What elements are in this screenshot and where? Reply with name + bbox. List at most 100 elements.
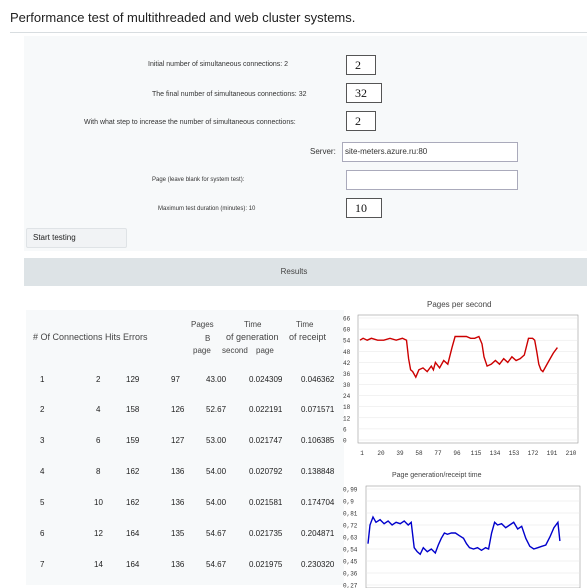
- generation-time-chart: 0,99 0,9 0,81 0,72 0,63 0,54 0,45 0,36 0,27: [343, 485, 581, 588]
- y-tick-label: 30: [343, 382, 351, 389]
- start-testing-button[interactable]: Start testing: [26, 228, 127, 248]
- errors-cell: 136: [171, 467, 185, 476]
- receipt-time-cell: 0.046362: [301, 375, 335, 384]
- pages-cell: 53.00: [206, 436, 227, 445]
- receipt-time-cell: 0.230320: [301, 560, 335, 569]
- y-tick-label: 0,27: [343, 583, 358, 588]
- page-label: Page (leave blank for system test):: [152, 177, 245, 183]
- page-input[interactable]: [346, 170, 518, 190]
- pages-cell: 54.67: [206, 529, 227, 538]
- errors-cell: 136: [171, 498, 185, 507]
- final-connections-label: The final number of simultaneous connect…: [152, 91, 307, 98]
- column-header-connections-hits-errors: # Of Connections Hits Errors: [33, 332, 148, 342]
- hits-cell: 159: [126, 436, 140, 445]
- x-axis-ticks: 1 20 39 58 77 96 115 134 153 172 191 210: [360, 450, 577, 457]
- final-connections-input[interactable]: 32: [346, 83, 382, 103]
- y-tick-label: 0,63: [343, 535, 358, 542]
- page-title: Performance test of multithreaded and we…: [10, 10, 356, 25]
- y-tick-label: 0,72: [343, 523, 358, 530]
- column-header-time-gen-3: second: [222, 346, 248, 355]
- step-input[interactable]: 2: [346, 111, 376, 131]
- y-tick-label: 0,54: [343, 547, 358, 554]
- y-tick-label: 6: [343, 426, 347, 433]
- row-number: 2: [40, 405, 45, 414]
- x-tick-label: 153: [509, 450, 520, 457]
- y-tick-label: 60: [343, 327, 351, 334]
- results-header: Results: [280, 267, 308, 276]
- errors-cell: 135: [171, 529, 185, 538]
- step-label: With what step to increase the number of…: [84, 119, 296, 126]
- column-header-time-gen-1: Time: [244, 320, 262, 329]
- receipt-time-cell: 0.106385: [301, 436, 335, 445]
- generation-time-cell: 0.021581: [249, 498, 283, 507]
- errors-cell: 127: [171, 436, 185, 445]
- y-tick-label: 54: [343, 338, 351, 345]
- y-tick-label: 12: [343, 415, 351, 422]
- x-tick-label: 115: [471, 450, 482, 457]
- receipt-time-cell: 0.138848: [301, 467, 335, 476]
- y-tick-label: 0,99: [343, 487, 358, 494]
- row-number: 6: [40, 529, 45, 538]
- pages-per-second-chart-title: Pages per second: [427, 300, 492, 309]
- y-tick-label: 36: [343, 371, 351, 378]
- generation-time-cell: 0.024309: [249, 375, 283, 384]
- x-tick-label: 20: [377, 450, 385, 457]
- hits-cell: 162: [126, 467, 140, 476]
- generation-time-cell: 0.021975: [249, 560, 283, 569]
- x-tick-label: 191: [547, 450, 558, 457]
- x-tick-label: 39: [396, 450, 404, 457]
- x-tick-label: 58: [415, 450, 423, 457]
- y-tick-label: 0,9: [343, 499, 354, 506]
- connections-cell: 12: [94, 529, 103, 538]
- receipt-time-cell: 0.071571: [301, 405, 335, 414]
- generation-time-cell: 0.021747: [249, 436, 283, 445]
- y-tick-label: 18: [343, 404, 351, 411]
- row-number: 7: [40, 560, 45, 569]
- row-number: 5: [40, 498, 45, 507]
- hits-cell: 164: [126, 560, 140, 569]
- y-tick-label: 66: [343, 316, 351, 323]
- connections-cell: 6: [96, 436, 101, 445]
- x-tick-label: 77: [434, 450, 442, 457]
- errors-cell: 136: [171, 560, 185, 569]
- pages-cell: 52.67: [206, 405, 227, 414]
- pages-cell: 43.00: [206, 375, 227, 384]
- column-header-time-rec-3: page: [256, 346, 274, 355]
- connections-cell: 2: [96, 375, 101, 384]
- initial-connections-input[interactable]: 2: [346, 55, 376, 75]
- connections-cell: 10: [94, 498, 103, 507]
- generation-time-cell: 0.022191: [249, 405, 283, 414]
- pages-per-second-chart: 6660544842363024181260 1 20 39 58 77 96 115 134…: [343, 314, 579, 457]
- column-header-pages-2: B: [205, 334, 211, 343]
- hits-cell: 158: [126, 405, 140, 414]
- y-tick-label: 24: [343, 393, 351, 400]
- pages-cell: 54.00: [206, 467, 227, 476]
- connections-cell: 4: [96, 405, 101, 414]
- generation-time-cell: 0.020792: [249, 467, 283, 476]
- generation-time-chart-title: Page generation/receipt time: [392, 472, 482, 479]
- column-header-pages-3: page: [193, 346, 211, 355]
- y-tick-label: 48: [343, 349, 351, 356]
- hits-cell: 129: [126, 375, 140, 384]
- x-tick-label: 134: [490, 450, 501, 457]
- errors-cell: 97: [171, 375, 180, 384]
- row-number: 1: [40, 375, 45, 384]
- connections-cell: 8: [96, 467, 101, 476]
- errors-cell: 126: [171, 405, 185, 414]
- duration-input[interactable]: 10: [346, 198, 382, 218]
- column-header-time-rec-2: of receipt: [289, 332, 327, 342]
- y-tick-label: 0: [343, 438, 347, 445]
- results-table: [26, 310, 344, 585]
- x-tick-label: 1: [360, 450, 364, 457]
- x-tick-label: 96: [453, 450, 461, 457]
- y-axis-ticks: 6660544842363024181260: [343, 316, 351, 445]
- y-tick-label: 0,36: [343, 571, 358, 578]
- server-input[interactable]: site-meters.azure.ru:80: [342, 142, 518, 162]
- x-tick-label: 210: [566, 450, 577, 457]
- y-axis-ticks: 0,99 0,9 0,81 0,72 0,63 0,54 0,45 0,36 0,27: [343, 487, 358, 588]
- receipt-time-cell: 0.174704: [301, 498, 335, 507]
- row-number: 3: [40, 436, 45, 445]
- hits-cell: 162: [126, 498, 140, 507]
- x-tick-label: 172: [528, 450, 539, 457]
- column-header-pages-1: Pages: [191, 320, 214, 329]
